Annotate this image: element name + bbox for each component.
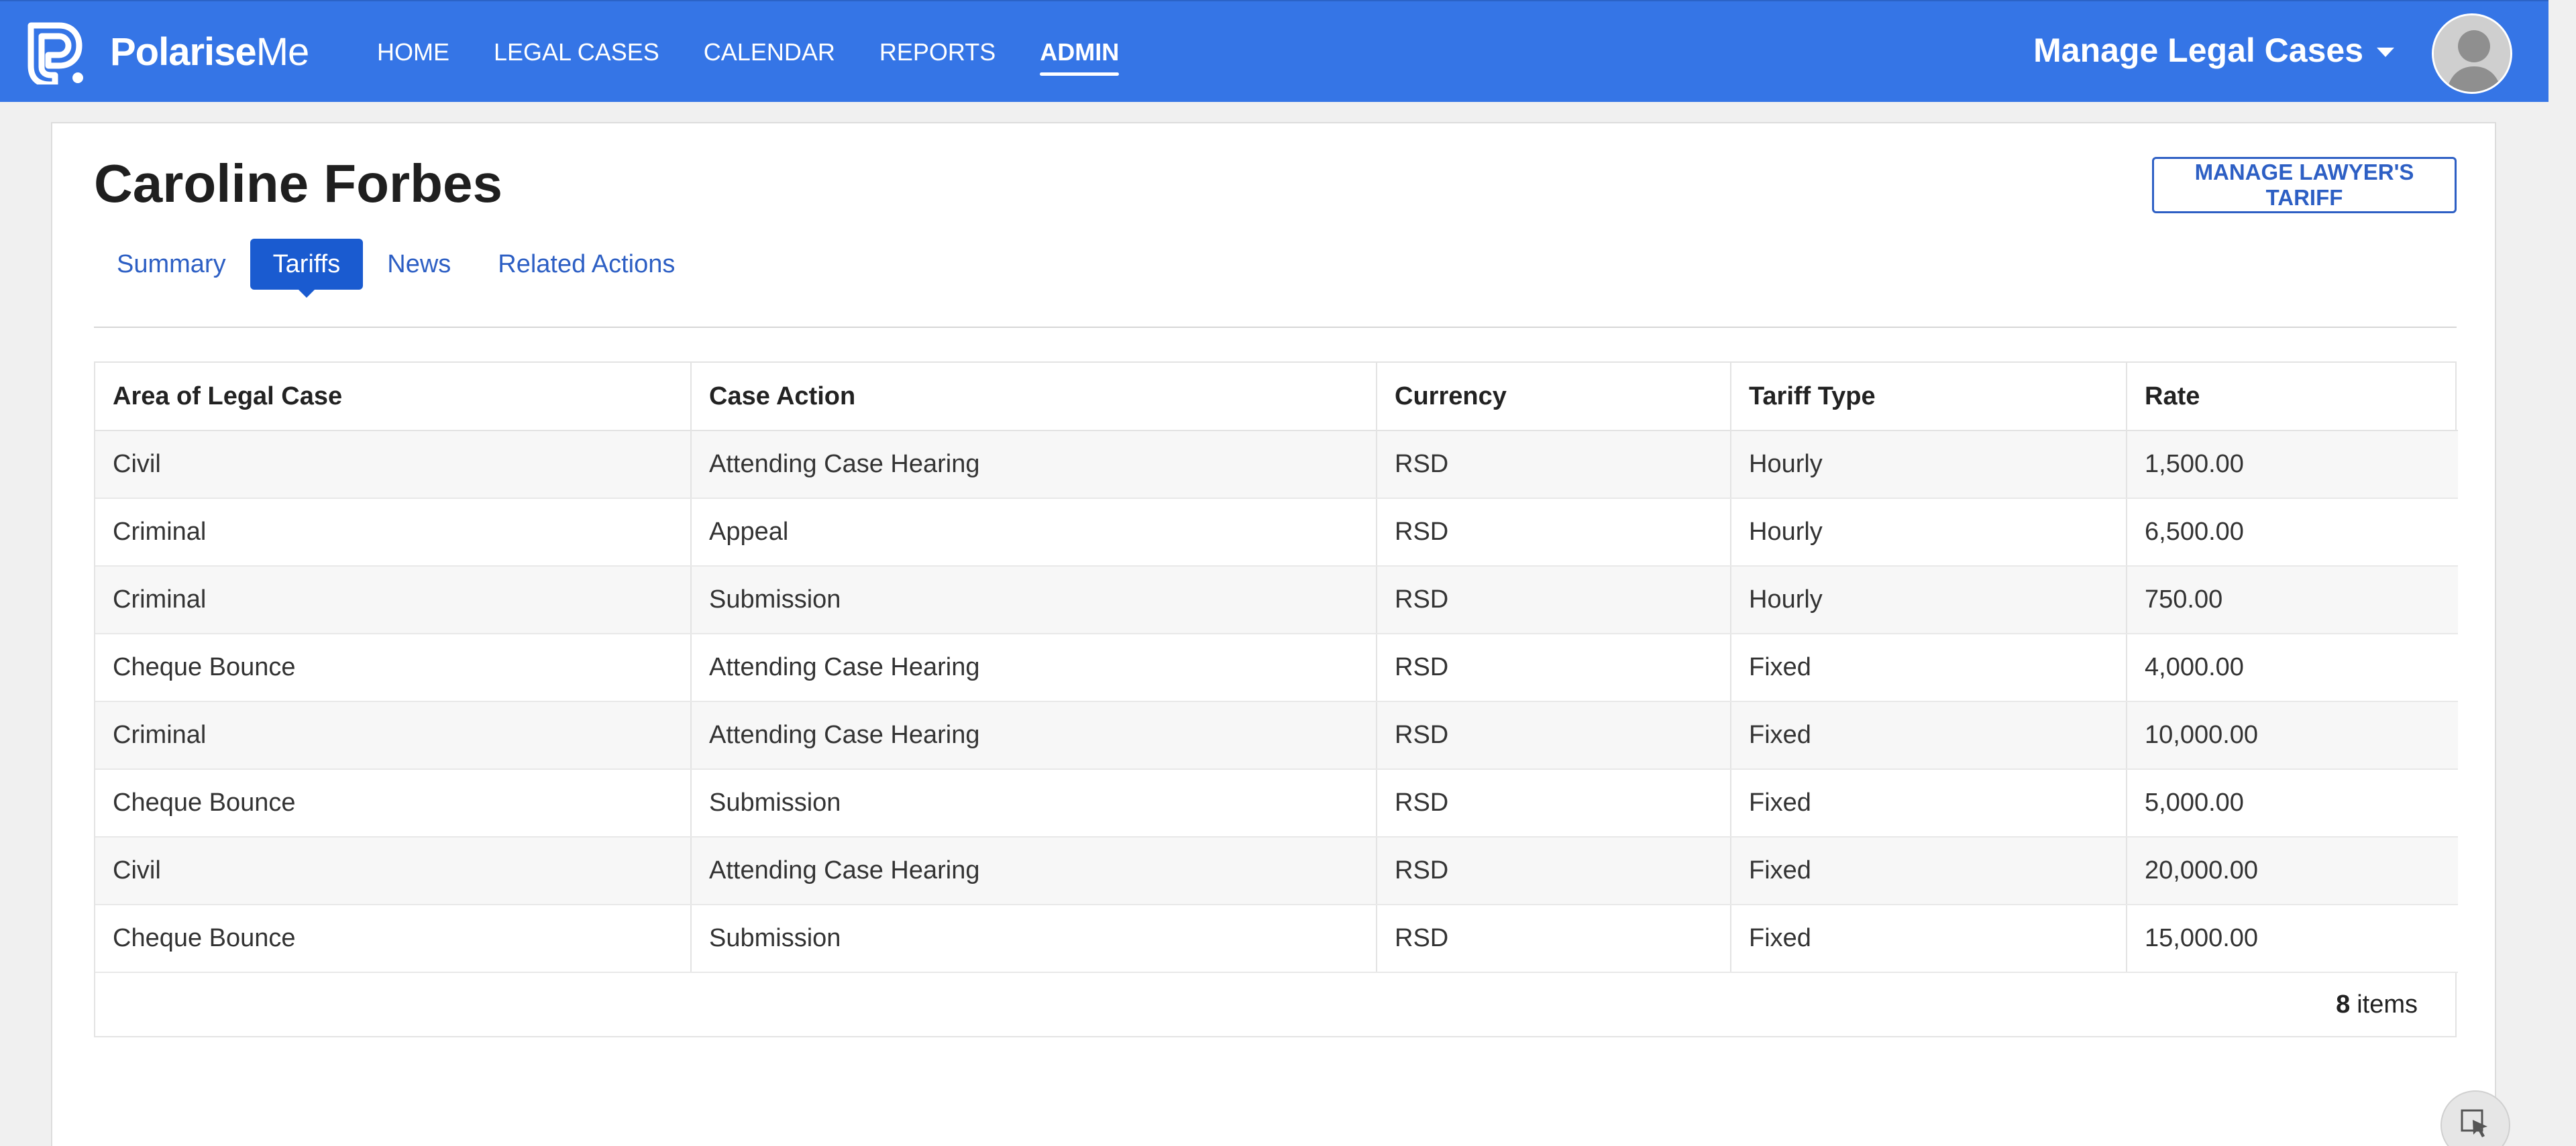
item-count: 8 (2336, 990, 2351, 1019)
cell-case-action: Submission (691, 769, 1377, 838)
cell-rate: 15,000.00 (2127, 905, 2458, 973)
manage-legal-cases-dropdown[interactable]: Manage Legal Cases (2033, 31, 2394, 70)
tariffs-grid: Area of Legal Case Case Action Currency … (94, 361, 2458, 1037)
cell-case-action: Appeal (691, 498, 1377, 567)
cell-currency: RSD (1377, 905, 1731, 973)
cell-area: Criminal (95, 498, 692, 567)
tariffs-table: Area of Legal Case Case Action Currency … (95, 363, 2458, 973)
cell-rate: 20,000.00 (2127, 837, 2458, 905)
cell-tariff-type: Hourly (1731, 566, 2127, 634)
cell-case-action: Attending Case Hearing (691, 701, 1377, 770)
column-header-currency[interactable]: Currency (1377, 363, 1731, 431)
table-row[interactable]: Cheque Bounce Attending Case Hearing RSD… (95, 634, 2458, 702)
cell-rate: 750.00 (2127, 566, 2458, 634)
table-row[interactable]: Criminal Appeal RSD Hourly 6,500.00 (95, 498, 2458, 567)
tab-news[interactable]: News (364, 239, 474, 290)
cell-tariff-type: Fixed (1731, 701, 2127, 770)
item-count-label: items (2357, 990, 2418, 1019)
cell-currency: RSD (1377, 498, 1731, 567)
tab-summary[interactable]: Summary (94, 239, 249, 290)
manage-lawyers-tariff-button[interactable]: MANAGE LAWYER'S TARIFF (2152, 157, 2457, 213)
cell-area: Criminal (95, 566, 692, 634)
column-header-area[interactable]: Area of Legal Case (95, 363, 692, 431)
table-row[interactable]: Cheque Bounce Submission RSD Fixed 15,00… (95, 905, 2458, 973)
cell-rate: 4,000.00 (2127, 634, 2458, 702)
table-row[interactable]: Criminal Attending Case Hearing RSD Fixe… (95, 701, 2458, 770)
cell-case-action: Attending Case Hearing (691, 431, 1377, 499)
table-row[interactable]: Civil Attending Case Hearing RSD Hourly … (95, 431, 2458, 499)
tab-bar: Summary Tariffs News Related Actions (94, 239, 699, 290)
cell-tariff-type: Hourly (1731, 431, 2127, 499)
cell-rate: 6,500.00 (2127, 498, 2458, 567)
avatar[interactable] (2432, 13, 2512, 94)
chevron-down-icon (2377, 48, 2394, 57)
cell-currency: RSD (1377, 769, 1731, 838)
cell-area: Cheque Bounce (95, 905, 692, 973)
cursor-select-icon (2461, 1109, 2487, 1137)
cell-currency: RSD (1377, 634, 1731, 702)
cell-case-action: Submission (691, 905, 1377, 973)
divider (94, 327, 2457, 328)
cell-area: Civil (95, 431, 692, 499)
table-row[interactable]: Criminal Submission RSD Hourly 750.00 (95, 566, 2458, 634)
table-header-row: Area of Legal Case Case Action Currency … (95, 363, 2458, 431)
column-header-tariff-type[interactable]: Tariff Type (1731, 363, 2127, 431)
cell-area: Cheque Bounce (95, 634, 692, 702)
cell-rate: 1,500.00 (2127, 431, 2458, 499)
top-navbar: PolariseMe HOME LEGAL CASES CALENDAR REP… (0, 0, 2548, 102)
cell-currency: RSD (1377, 701, 1731, 770)
cell-tariff-type: Fixed (1731, 837, 2127, 905)
cell-area: Criminal (95, 701, 692, 770)
table-row[interactable]: Civil Attending Case Hearing RSD Fixed 2… (95, 837, 2458, 905)
nav-reports[interactable]: REPORTS (879, 38, 996, 66)
brand-name[interactable]: PolariseMe (110, 30, 309, 74)
cell-area: Civil (95, 837, 692, 905)
main-nav: HOME LEGAL CASES CALENDAR REPORTS ADMIN (377, 1, 1163, 103)
nav-admin[interactable]: ADMIN (1040, 38, 1119, 76)
cell-case-action: Submission (691, 566, 1377, 634)
tab-tariffs[interactable]: Tariffs (250, 239, 364, 290)
cell-tariff-type: Hourly (1731, 498, 2127, 567)
window-scrollbar[interactable] (2548, 0, 2576, 1146)
cell-currency: RSD (1377, 566, 1731, 634)
column-header-rate[interactable]: Rate (2127, 363, 2458, 431)
lawyer-card: Caroline Forbes MANAGE LAWYER'S TARIFF S… (51, 122, 2496, 1146)
grid-pager: 8 items (95, 973, 2455, 1036)
nav-calendar[interactable]: CALENDAR (704, 38, 835, 66)
user-menu-label: Manage Legal Cases (2033, 32, 2363, 69)
table-row[interactable]: Cheque Bounce Submission RSD Fixed 5,000… (95, 769, 2458, 838)
cell-case-action: Attending Case Hearing (691, 837, 1377, 905)
column-header-case-action[interactable]: Case Action (691, 363, 1377, 431)
tab-related-actions[interactable]: Related Actions (475, 239, 698, 290)
cell-tariff-type: Fixed (1731, 634, 2127, 702)
page-title: Caroline Forbes (94, 154, 503, 213)
user-avatar-icon (2434, 15, 2510, 92)
cell-case-action: Attending Case Hearing (691, 634, 1377, 702)
cell-currency: RSD (1377, 837, 1731, 905)
cell-rate: 10,000.00 (2127, 701, 2458, 770)
cell-currency: RSD (1377, 431, 1731, 499)
cell-rate: 5,000.00 (2127, 769, 2458, 838)
polariseme-logo-icon[interactable] (24, 20, 87, 84)
cell-tariff-type: Fixed (1731, 905, 2127, 973)
cell-area: Cheque Bounce (95, 769, 692, 838)
nav-legal-cases[interactable]: LEGAL CASES (494, 38, 659, 66)
brand-name-bold: Polarise (110, 30, 257, 74)
cell-tariff-type: Fixed (1731, 769, 2127, 838)
brand-name-light: Me (256, 30, 310, 74)
nav-home[interactable]: HOME (377, 38, 449, 66)
